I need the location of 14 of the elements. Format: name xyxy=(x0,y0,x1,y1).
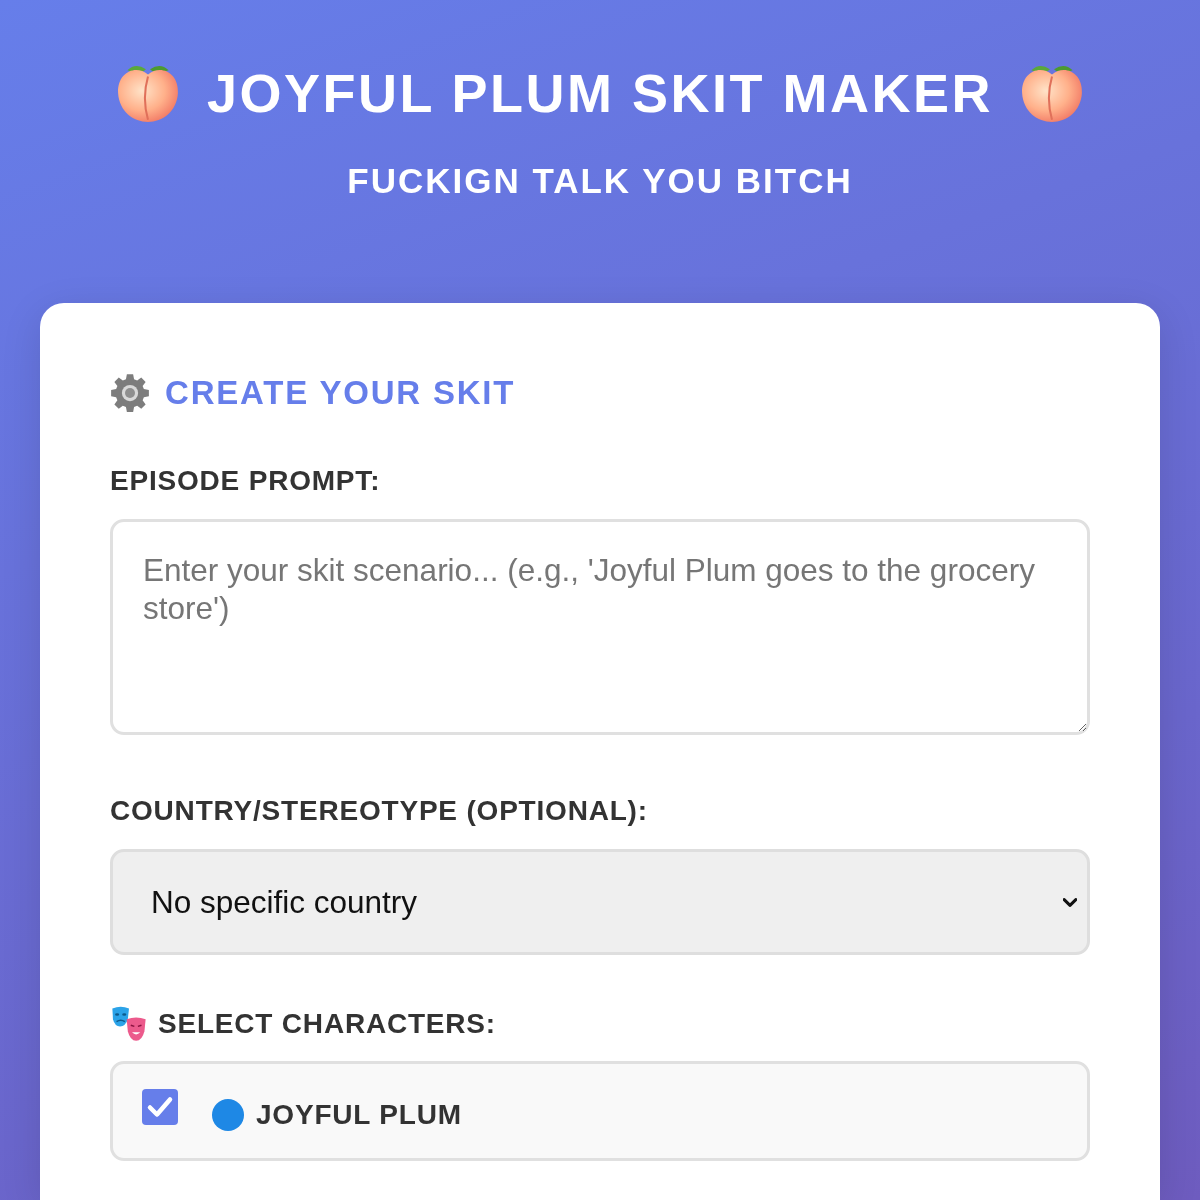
app-subtitle: FUCKIGN TALK YOU BITCH xyxy=(346,160,854,202)
character-name: JOYFUL PLUM xyxy=(256,1099,462,1131)
character-option[interactable]: JOYFUL PLUM xyxy=(110,1061,1090,1161)
prompt-textarea[interactable]: Enter your skit scenario... (e.g., 'Joyful Plum goes to the grocery store') xyxy=(110,519,1090,735)
app-title: JOYFUL PLUM SKIT MAKER xyxy=(207,62,993,125)
section-heading: CREATE YOUR SKIT xyxy=(165,373,516,413)
field-label: COUNTRY/STEREOTYPE (OPTIONAL): xyxy=(110,794,649,828)
chevron-down-icon xyxy=(1063,897,1077,907)
theater-masks-icon xyxy=(110,1005,148,1043)
field-label: EPISODE PROMPT: xyxy=(110,464,382,498)
checkbox[interactable] xyxy=(142,1089,178,1125)
settings-icon xyxy=(110,373,150,413)
field-label: SELECT CHARACTERS: xyxy=(158,1007,496,1041)
country-select[interactable]: No specific country xyxy=(110,849,1090,955)
